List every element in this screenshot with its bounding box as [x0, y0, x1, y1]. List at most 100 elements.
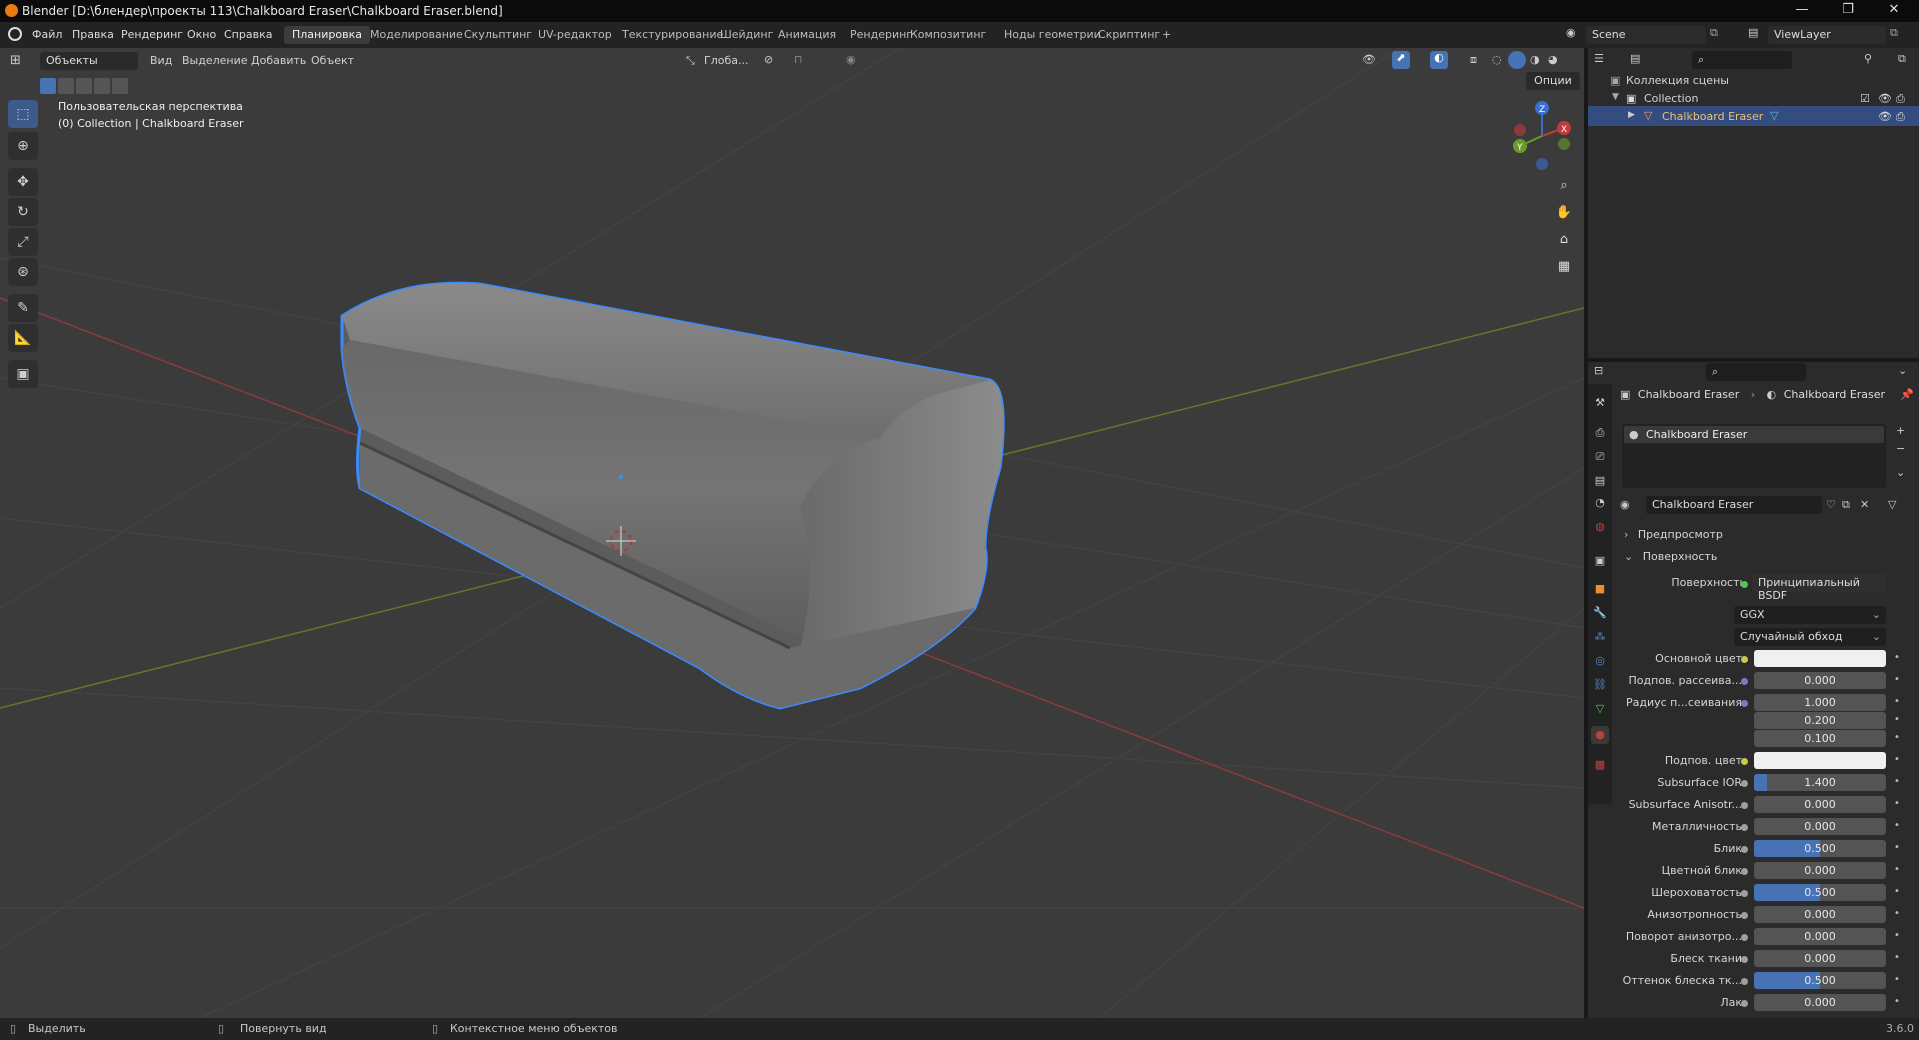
number-field[interactable]: 0.000 [1754, 928, 1886, 945]
scene-new-icon[interactable]: ⧉ [1710, 26, 1724, 42]
properties-tab-texture-icon[interactable]: ▩ [1591, 756, 1609, 774]
number-field[interactable]: 0.000 [1754, 906, 1886, 923]
unlink-material-icon[interactable]: ✕ [1860, 498, 1869, 511]
mode-selector[interactable]: Объекты [40, 52, 138, 70]
menu-window[interactable]: Окно [187, 28, 216, 41]
outliner-editor-icon[interactable]: ☰ [1594, 52, 1604, 65]
color-swatch[interactable] [1754, 752, 1886, 769]
shading-wireframe-icon[interactable]: ◌ [1492, 53, 1502, 66]
overlay-toggle-icon[interactable]: ◐ [1430, 51, 1448, 69]
snap-icon[interactable]: ⊓ [794, 53, 803, 66]
xray-icon[interactable]: ⧈ [1470, 53, 1477, 67]
eye-icon[interactable]: 👁 [1878, 110, 1892, 123]
measure-tool-icon[interactable]: 📐 [8, 324, 38, 352]
filter-icon[interactable]: ⚲ [1864, 52, 1872, 65]
chalkboard-eraser-object[interactable] [340, 281, 1005, 710]
exclude-checkbox-icon[interactable]: ☑ [1860, 92, 1870, 105]
menu-file[interactable]: Файл [32, 28, 62, 41]
keyframe-dot-icon[interactable]: • [1894, 952, 1900, 963]
material-name-field[interactable]: Chalkboard Eraser [1646, 496, 1822, 514]
keyframe-dot-icon[interactable]: • [1894, 996, 1900, 1007]
socket-dot[interactable] [1741, 802, 1748, 809]
scale-tool-icon[interactable]: ⤢ [8, 228, 38, 256]
viewport-menu-object[interactable]: Объект [311, 54, 354, 67]
add-slot-icon[interactable]: + [1896, 424, 1905, 437]
shading-solid-icon[interactable] [1508, 51, 1526, 69]
menu-edit[interactable]: Правка [72, 28, 114, 41]
gizmo-toggle-icon[interactable]: ⬈ [1392, 51, 1410, 69]
expand-arrow-icon[interactable]: ▼ [1612, 92, 1619, 102]
link-type-icon[interactable]: ▽ [1888, 498, 1896, 511]
workspace-tab-8[interactable]: Композитинг [902, 26, 994, 44]
workspace-tab-11[interactable]: + [1154, 26, 1179, 44]
menu-help[interactable]: Справка [224, 28, 272, 41]
socket-dot[interactable] [1741, 912, 1748, 919]
properties-tab-material-icon[interactable]: ● [1591, 726, 1609, 744]
maximize-button[interactable]: ❐ [1826, 2, 1870, 20]
zoom-icon[interactable]: ⌕ [1552, 174, 1576, 198]
workspace-tab-1[interactable]: Моделирование [362, 26, 471, 44]
socket-dot[interactable] [1741, 934, 1748, 941]
pan-hand-icon[interactable]: ✋ [1552, 201, 1576, 225]
workspace-tab-3[interactable]: UV-редактор [530, 26, 620, 44]
shading-rendered-icon[interactable]: ◕ [1548, 53, 1558, 66]
outliner-row-chalkboard-eraser[interactable]: ▶ ▽ Chalkboard Eraser ▽ 👁 ⎙ [1588, 106, 1919, 126]
3d-viewport[interactable]: ⊞ Объекты Вид Выделение Добавить Объект … [0, 48, 1584, 1018]
keyframe-dot-icon[interactable]: • [1894, 974, 1900, 985]
socket-dot[interactable] [1741, 978, 1748, 985]
select-invert-icon[interactable] [94, 78, 110, 94]
keyframe-dot-icon[interactable]: • [1894, 776, 1900, 787]
expand-arrow-icon[interactable]: ▶ [1628, 110, 1635, 120]
keyframe-dot-icon[interactable]: • [1894, 714, 1900, 725]
subsurface-method-dropdown[interactable]: Случайный обход ⌄ [1734, 628, 1886, 646]
socket-dot[interactable] [1741, 846, 1748, 853]
transform-orientation-selector[interactable]: Глоба... [704, 54, 748, 67]
perspective-toggle-icon[interactable]: ▦ [1552, 255, 1576, 279]
select-box-tool-icon[interactable]: ⬚ [8, 100, 38, 128]
keyframe-dot-icon[interactable]: • [1894, 754, 1900, 765]
keyframe-dot-icon[interactable]: • [1894, 930, 1900, 941]
properties-tab-output-icon[interactable]: ⎚ [1591, 448, 1609, 466]
properties-editor-icon[interactable]: ⊟ [1594, 364, 1603, 377]
number-field[interactable]: 0.500 [1754, 972, 1886, 989]
workspace-tab-2[interactable]: Скульптинг [456, 26, 540, 44]
viewlayer-selector[interactable]: ViewLayer [1768, 26, 1886, 44]
select-extend-icon[interactable] [58, 78, 74, 94]
number-field[interactable]: 0.000 [1754, 862, 1886, 879]
properties-tab-modifier-icon[interactable]: 🔧 [1591, 604, 1609, 622]
eye-icon[interactable]: 👁 [1878, 92, 1892, 105]
number-field[interactable]: 0.200 [1754, 712, 1886, 729]
keyframe-dot-icon[interactable]: • [1894, 864, 1900, 875]
properties-tab-world-icon[interactable]: ◍ [1591, 518, 1609, 536]
keyframe-dot-icon[interactable]: • [1894, 908, 1900, 919]
material-slot-row[interactable]: ● Chalkboard Eraser [1624, 426, 1884, 443]
material-slot-list[interactable]: ● Chalkboard Eraser [1622, 424, 1886, 488]
number-field[interactable]: 0.100 [1754, 730, 1886, 747]
outliner-row-collection[interactable]: ▼ ▣ Collection ☑ 👁 ⎙ [1588, 88, 1919, 108]
pivot-point-icon[interactable]: ⊘ [764, 53, 773, 66]
minimize-button[interactable]: — [1780, 2, 1824, 20]
socket-dot[interactable] [1741, 956, 1748, 963]
number-field[interactable]: 0.500 [1754, 884, 1886, 901]
annotate-tool-icon[interactable]: ✎ [8, 294, 38, 322]
properties-tab-collection-icon[interactable]: ▣ [1591, 552, 1609, 570]
viewport-menu-select[interactable]: Выделение [182, 54, 248, 67]
add-cube-tool-icon[interactable]: ▣ [8, 360, 38, 388]
remove-slot-icon[interactable]: − [1896, 442, 1905, 455]
keyframe-dot-icon[interactable]: • [1894, 696, 1900, 707]
properties-tab-data-icon[interactable]: ▽ [1591, 700, 1609, 718]
socket-dot[interactable] [1741, 868, 1748, 875]
number-field[interactable]: 1.400 [1754, 774, 1886, 791]
viewport-menu-view[interactable]: Вид [150, 54, 172, 67]
fake-user-icon[interactable]: ♡ [1826, 498, 1836, 511]
workspace-tab-0[interactable]: Планировка [284, 26, 370, 44]
properties-tab-constraints-icon[interactable]: ⛓ [1591, 676, 1609, 694]
cursor-tool-icon[interactable]: ⊕ [8, 132, 38, 160]
slot-menu-icon[interactable]: ⌄ [1896, 466, 1905, 479]
visibility-icon[interactable]: 👁 [1362, 53, 1376, 66]
outliner-row-scene-collection[interactable]: ▣ Коллекция сцены [1588, 70, 1919, 90]
properties-tab-scene-icon[interactable]: ◔ [1591, 494, 1609, 512]
outliner-search-input[interactable]: ⌕ [1692, 51, 1792, 69]
blender-menu-icon[interactable] [8, 27, 22, 41]
socket-dot[interactable] [1741, 678, 1748, 685]
